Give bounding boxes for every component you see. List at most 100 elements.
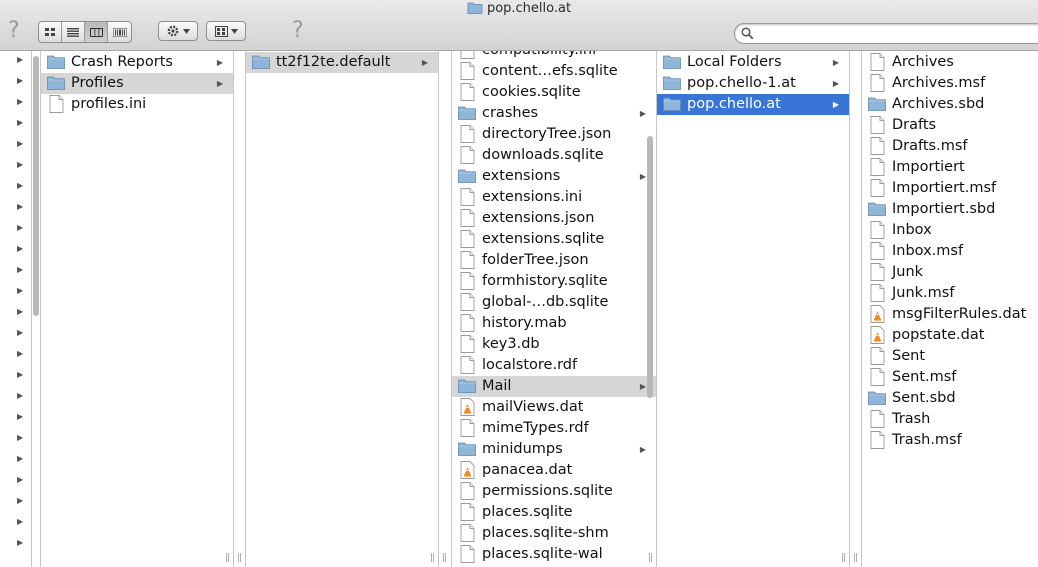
column-profiles[interactable]: tt2f12te.default ▶ || xyxy=(246,51,439,567)
item-label: Trash xyxy=(892,411,931,427)
file-item-importiert[interactable]: Importiert xyxy=(862,157,1038,178)
file-item-panacea-dat[interactable]: panacea.dat xyxy=(452,460,656,481)
column-mail[interactable]: Local Folders ▶ pop.chello-1.at ▶ pop.chello… xyxy=(657,51,850,567)
file-item-trash[interactable]: Trash xyxy=(862,409,1038,430)
list-view-button[interactable] xyxy=(62,22,85,42)
file-item-downloads-sqlite[interactable]: downloads.sqlite xyxy=(452,145,656,166)
column-resize-handle[interactable]: || xyxy=(648,553,653,563)
file-item-formhistory-sqlite[interactable]: formhistory.sqlite xyxy=(452,271,656,292)
column-resize-handle[interactable]: || xyxy=(225,553,230,563)
folder-item-minidumps[interactable]: minidumps ▶ xyxy=(452,439,656,460)
view-mode-control[interactable] xyxy=(38,21,132,43)
folder-icon xyxy=(458,168,476,185)
column-resize-handle[interactable]: || xyxy=(853,553,858,563)
file-item-extensions-sqlite[interactable]: extensions.sqlite xyxy=(452,229,656,250)
file-item-content-efs-sqlite[interactable]: content…efs.sqlite xyxy=(452,61,656,82)
item-label: Drafts xyxy=(892,117,937,133)
folder-item-tt2f12te-default[interactable]: tt2f12te.default ▶ xyxy=(246,52,438,73)
document-icon xyxy=(460,293,478,311)
action-menu-button[interactable] xyxy=(158,21,198,41)
column-resize-handle[interactable]: || xyxy=(442,553,447,563)
folder-item-profiles[interactable]: Profiles ▶ xyxy=(41,73,233,94)
file-item-permissions-sqlite[interactable]: permissions.sqlite xyxy=(452,481,656,502)
file-item-cookies-sqlite[interactable]: cookies.sqlite xyxy=(452,82,656,103)
file-item-localstore-rdf[interactable]: localstore.rdf xyxy=(452,355,656,376)
file-item-compatibility-ini[interactable]: compatibility.ini xyxy=(452,51,656,61)
file-item-sent-msf[interactable]: Sent.msf xyxy=(862,367,1038,388)
item-label: Crash Reports xyxy=(71,54,173,70)
folder-item-extensions[interactable]: extensions ▶ xyxy=(452,166,656,187)
file-item-archives[interactable]: Archives xyxy=(862,52,1038,73)
disclosure-arrow-icon: ▶ xyxy=(17,181,24,190)
column-resize-handle[interactable]: || xyxy=(237,553,242,563)
column-resize-handle[interactable]: || xyxy=(841,553,846,563)
folder-item-archives-sbd[interactable]: Archives.sbd xyxy=(862,94,1038,115)
item-label: places.sqlite xyxy=(482,504,573,520)
item-label: directoryTree.json xyxy=(482,126,612,142)
column-default-profile[interactable]: compatibility.ini content…efs.sqlite cooki… xyxy=(452,51,657,567)
disclosure-arrow-icon: ▶ xyxy=(17,454,24,463)
disclosure-arrow-icon: ▶ xyxy=(17,391,24,400)
folder-item-local-folders[interactable]: Local Folders ▶ xyxy=(657,52,849,73)
disclosure-arrow-icon: ▶ xyxy=(639,109,646,118)
file-item-sent[interactable]: Sent xyxy=(862,346,1038,367)
folder-item-crash-reports[interactable]: Crash Reports ▶ xyxy=(41,52,233,73)
folder-item-importiert-sbd[interactable]: Importiert.sbd xyxy=(862,199,1038,220)
item-label: Importiert.sbd xyxy=(892,201,996,217)
folder-icon xyxy=(663,96,681,113)
coverflow-view-button[interactable] xyxy=(108,22,131,42)
file-item-junk-msf[interactable]: Junk.msf xyxy=(862,283,1038,304)
item-label: minidumps xyxy=(482,441,563,457)
column-parent-partial[interactable]: ▶ ▶ ▶ ▶ ▶ ▶ ▶ ▶ ▶ ▶ ▶ ▶ ▶ ▶ ▶ ▶ ▶ ▶ ▶ ▶ ▶ ▶ ▶ ▶ xyxy=(0,51,32,567)
scrollbar-column-3[interactable] xyxy=(647,136,653,398)
file-item-extensions-ini[interactable]: extensions.ini xyxy=(452,187,656,208)
file-item-popstate-dat[interactable]: popstate.dat xyxy=(862,325,1038,346)
file-item-directorytree-json[interactable]: directoryTree.json xyxy=(452,124,656,145)
file-item-archives-msf[interactable]: Archives.msf xyxy=(862,73,1038,94)
column-view-button[interactable] xyxy=(85,22,108,42)
file-item-inbox-msf[interactable]: Inbox.msf xyxy=(862,241,1038,262)
scrollbar-column-0[interactable] xyxy=(33,56,39,316)
disclosure-arrow-icon: ▶ xyxy=(17,433,24,442)
file-item-extensions-json[interactable]: extensions.json xyxy=(452,208,656,229)
document-icon xyxy=(870,158,888,176)
disclosure-arrow-icon: ▶ xyxy=(17,139,24,148)
file-item-profiles-ini[interactable]: profiles.ini xyxy=(41,94,233,115)
file-item-drafts-msf[interactable]: Drafts.msf xyxy=(862,136,1038,157)
item-label: Trash.msf xyxy=(892,432,962,448)
column-resize-handle[interactable]: || xyxy=(430,553,435,563)
icon-view-button[interactable] xyxy=(39,22,62,42)
file-item-inbox[interactable]: Inbox xyxy=(862,220,1038,241)
item-label: compatibility.ini xyxy=(482,51,596,61)
folder-item-pop-chello-1-at[interactable]: pop.chello-1.at ▶ xyxy=(657,73,849,94)
file-item-mailviews-dat[interactable]: mailViews.dat xyxy=(452,397,656,418)
file-item-places-sqlite[interactable]: places.sqlite xyxy=(452,502,656,523)
window-title: pop.chello.at xyxy=(0,0,1038,20)
file-item-mimetypes-rdf[interactable]: mimeTypes.rdf xyxy=(452,418,656,439)
column-library[interactable]: Crash Reports ▶ Profiles ▶ profiles.ini || xyxy=(41,51,234,567)
column-account[interactable]: Archives Archives.msf Archives.sbd Drafts Dr… xyxy=(862,51,1038,567)
file-item-drafts[interactable]: Drafts xyxy=(862,115,1038,136)
file-item-junk[interactable]: Junk xyxy=(862,262,1038,283)
file-item-places-sqlite-wal[interactable]: places.sqlite-wal xyxy=(452,544,656,565)
file-item-places-sqlite-shm[interactable]: places.sqlite-shm xyxy=(452,523,656,544)
folder-icon xyxy=(868,96,886,113)
item-label: Local Folders xyxy=(687,54,782,70)
item-label: extensions.sqlite xyxy=(482,231,605,247)
file-item-key3-db[interactable]: key3.db xyxy=(452,334,656,355)
vlc-document-icon xyxy=(460,398,478,416)
item-label: global-…db.sqlite xyxy=(482,294,609,310)
folder-item-sent-sbd[interactable]: Sent.sbd xyxy=(862,388,1038,409)
folder-item-pop-chello-at[interactable]: pop.chello.at ▶ xyxy=(657,94,849,115)
folder-item-crashes[interactable]: crashes ▶ xyxy=(452,103,656,124)
file-item-trash-msf[interactable]: Trash.msf xyxy=(862,430,1038,451)
arrange-menu-button[interactable] xyxy=(206,21,246,41)
file-item-msgfilterrules-dat[interactable]: msgFilterRules.dat xyxy=(862,304,1038,325)
folder-item-mail[interactable]: Mail ▶ xyxy=(452,376,656,397)
file-item-importiert-msf[interactable]: Importiert.msf xyxy=(862,178,1038,199)
file-item-global-db-sqlite[interactable]: global-…db.sqlite xyxy=(452,292,656,313)
item-label: crashes xyxy=(482,105,539,121)
file-item-foldertree-json[interactable]: folderTree.json xyxy=(452,250,656,271)
file-item-history-mab[interactable]: history.mab xyxy=(452,313,656,334)
search-field[interactable] xyxy=(734,23,1038,44)
